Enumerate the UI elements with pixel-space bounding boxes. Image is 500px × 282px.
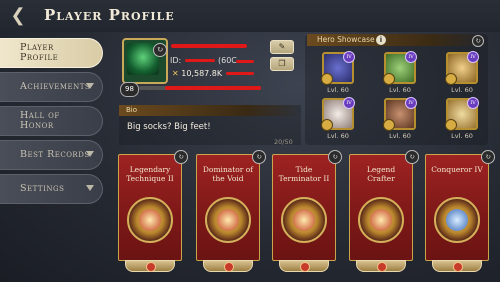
achievement-banner-5[interactable]: Conqueror IV [425, 154, 489, 261]
hero-showcase-title: Hero Showcase [317, 35, 375, 44]
bio-header [119, 105, 301, 116]
achievement-banner-3[interactable]: Tide Terminator II [272, 154, 336, 261]
back-arrow-icon[interactable]: ❮ [6, 6, 30, 26]
swap-showcase-icon[interactable]: ↻ [472, 35, 484, 47]
star-icon [321, 119, 333, 131]
hero-portrait-4[interactable]: IV [321, 97, 355, 131]
hero-level-6: Lvl. 60 [451, 132, 473, 140]
edit-name-button[interactable]: ✎ [270, 40, 294, 54]
sidebar-item-hall-of-honor[interactable]: Hall of Honor [0, 106, 103, 136]
hero-level-1: Lvl. 60 [327, 86, 349, 94]
redacted-id-tail [236, 60, 254, 63]
bio-title: Bio [126, 106, 138, 114]
void-emblem-icon [205, 197, 251, 243]
power-value: ✕ 10,587.8K [172, 69, 222, 78]
swap-banner-icon[interactable]: ↻ [481, 150, 495, 164]
player-id-value: (60C [218, 56, 237, 65]
redacted-id [185, 59, 215, 62]
sidebar-item-label: Settings [20, 183, 65, 194]
hero-portrait-1[interactable]: IV [321, 51, 355, 85]
star-icon [383, 73, 395, 85]
sidebar-item-label: Best Records [20, 149, 90, 160]
achievement-banner-4[interactable]: Legend Crafter [349, 154, 413, 261]
rank-icon: IV [343, 97, 355, 109]
warrior-emblem-icon [127, 197, 173, 243]
star-icon [445, 73, 457, 85]
power-icon: ✕ [172, 69, 179, 78]
swap-banner-icon[interactable]: ↻ [174, 150, 188, 164]
copy-id-button[interactable]: ❐ [270, 57, 294, 71]
banner-title: Dominator of the Void [202, 165, 254, 183]
sidebar-item-player-profile[interactable]: Player Profile [0, 38, 103, 68]
sidebar-item-label: Achievements [20, 81, 91, 92]
sidebar-item-settings[interactable]: Settings [0, 174, 103, 204]
star-icon [445, 119, 457, 131]
power-text: 10,587.8K [181, 69, 223, 78]
hero-portrait-2[interactable]: IV [383, 51, 417, 85]
sidebar-item-label: Player Profile [20, 42, 59, 63]
hero-level-3: Lvl. 60 [451, 86, 473, 94]
sidebar-item-achievements[interactable]: Achievements [0, 72, 103, 102]
tide-emblem-icon [281, 197, 327, 243]
gem-icon [300, 262, 310, 272]
anvil-emblem-icon [358, 197, 404, 243]
swap-banner-icon[interactable]: ↻ [328, 150, 342, 164]
hero-level-4: Lvl. 60 [327, 132, 349, 140]
star-icon [383, 119, 395, 131]
chevron-down-icon [86, 151, 94, 157]
chevron-down-icon [86, 83, 94, 89]
achievement-banner-1[interactable]: Legendary Technique II [118, 154, 182, 261]
rank-icon: IV [343, 51, 355, 63]
page-title: Player Profile [44, 6, 175, 24]
sidebar-item-best-records[interactable]: Best Records [0, 140, 103, 170]
hero-portrait-6[interactable]: IV [445, 97, 479, 131]
rank-icon: IV [405, 51, 417, 63]
hero-level-5: Lvl. 60 [389, 132, 411, 140]
star-icon [321, 73, 333, 85]
banner-title: Legend Crafter [366, 165, 396, 183]
bio-char-count: 20/50 [274, 138, 293, 146]
gem-icon [453, 262, 463, 272]
gem-icon [146, 262, 156, 272]
banner-pedestal [203, 260, 253, 272]
sidebar-item-label: Hall of Honor [20, 110, 60, 131]
redacted-xp [165, 86, 261, 90]
redacted-power-tail [226, 72, 254, 75]
achievement-banner-2[interactable]: Dominator of the Void [196, 154, 260, 261]
banner-pedestal [125, 260, 175, 272]
bio-text: Big socks? Big feet! [127, 122, 211, 132]
hero-portrait-3[interactable]: IV [445, 51, 479, 85]
rank-icon: IV [467, 51, 479, 63]
banner-title: Conqueror IV [431, 165, 483, 174]
swap-banner-icon[interactable]: ↻ [252, 150, 266, 164]
crossed-axes-emblem-icon [434, 197, 480, 243]
banner-title: Tide Terminator II [278, 165, 330, 183]
rank-icon: IV [467, 97, 479, 109]
banner-title: Legendary Technique II [126, 165, 174, 183]
swap-avatar-icon[interactable]: ↻ [153, 43, 167, 57]
banner-pedestal [432, 260, 482, 272]
rank-icon: IV [405, 97, 417, 109]
banner-pedestal [356, 260, 406, 272]
player-level-badge: 98 [120, 82, 139, 97]
gem-icon [224, 262, 234, 272]
chevron-down-icon [86, 185, 94, 191]
hero-level-2: Lvl. 60 [389, 86, 411, 94]
hero-portrait-5[interactable]: IV [383, 97, 417, 131]
swap-banner-icon[interactable]: ↻ [405, 150, 419, 164]
redacted-name [171, 44, 247, 48]
gem-icon [377, 262, 387, 272]
player-id-label: ID: [170, 56, 182, 65]
banner-pedestal [279, 260, 329, 272]
info-icon[interactable]: i [376, 35, 386, 45]
